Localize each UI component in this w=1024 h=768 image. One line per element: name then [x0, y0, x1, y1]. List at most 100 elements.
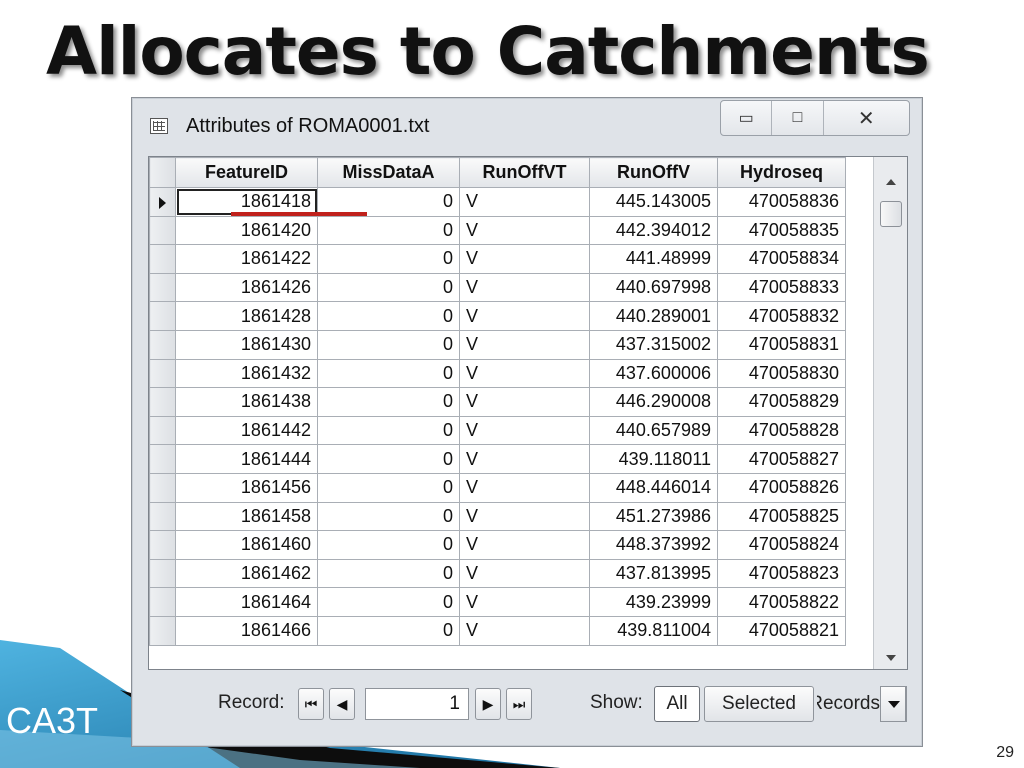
cell-missdataa[interactable]: 0 — [317, 358, 460, 389]
row-selector[interactable] — [149, 558, 176, 589]
cell-runoffv[interactable]: 440.657989 — [589, 415, 718, 446]
row-selector[interactable] — [149, 301, 176, 331]
cell-runoffvt[interactable]: V — [459, 215, 590, 246]
table-row[interactable]: 1861456 0 V 448.446014 470058826 — [149, 472, 846, 503]
row-selector[interactable] — [149, 329, 176, 360]
cell-runoffvt[interactable]: V — [459, 444, 590, 474]
cell-runoffv[interactable]: 437.813995 — [589, 558, 718, 589]
row-selector[interactable] — [149, 587, 176, 617]
maximize-button[interactable]: □ — [772, 101, 824, 135]
cell-missdataa[interactable]: 0 — [317, 244, 460, 274]
row-selector[interactable] — [149, 187, 176, 217]
cell-runoffv[interactable]: 446.290008 — [589, 387, 718, 417]
cell-hydroseq[interactable]: 470058825 — [717, 501, 846, 532]
cell-missdataa[interactable]: 0 — [317, 444, 460, 474]
cell-runoffvt[interactable]: V — [459, 329, 590, 360]
cell-featureid[interactable]: 1861466 — [175, 615, 318, 646]
row-selector[interactable] — [149, 215, 176, 246]
cell-runoffv[interactable]: 441.48999 — [589, 244, 718, 274]
cell-runoffv[interactable]: 437.600006 — [589, 358, 718, 389]
cell-featureid[interactable]: 1861422 — [175, 244, 318, 274]
cell-runoffv[interactable]: 440.289001 — [589, 301, 718, 331]
row-selector-header[interactable] — [149, 157, 176, 188]
cell-featureid[interactable]: 1861442 — [175, 415, 318, 446]
minimize-button[interactable]: ▭ — [721, 101, 773, 135]
cell-hydroseq[interactable]: 470058823 — [717, 558, 846, 589]
cell-missdataa[interactable]: 0 — [317, 615, 460, 646]
row-selector[interactable] — [149, 244, 176, 274]
cell-hydroseq[interactable]: 470058828 — [717, 415, 846, 446]
show-selected-button[interactable]: Selected — [704, 686, 814, 722]
cell-missdataa[interactable]: 0 — [317, 272, 460, 303]
cell-hydroseq[interactable]: 470058821 — [717, 615, 846, 646]
table-row[interactable]: 1861466 0 V 439.811004 470058821 — [149, 615, 846, 646]
cell-featureid[interactable]: 1861432 — [175, 358, 318, 389]
cell-runoffv[interactable]: 448.446014 — [589, 472, 718, 503]
cell-missdataa[interactable]: 0 — [317, 301, 460, 331]
cell-missdataa[interactable]: 0 — [317, 415, 460, 446]
cell-runoffvt[interactable]: V — [459, 272, 590, 303]
cell-featureid[interactable]: 1861462 — [175, 558, 318, 589]
cell-runoffvt[interactable]: V — [459, 558, 590, 589]
cell-featureid[interactable]: 1861430 — [175, 329, 318, 360]
row-selector[interactable] — [149, 472, 176, 503]
cell-runoffvt[interactable]: V — [459, 301, 590, 331]
table-row[interactable]: 1861420 0 V 442.394012 470058835 — [149, 215, 846, 246]
cell-runoffvt[interactable]: V — [459, 415, 590, 446]
cell-hydroseq[interactable]: 470058834 — [717, 244, 846, 274]
cell-featureid[interactable]: 1861428 — [175, 301, 318, 331]
row-selector[interactable] — [149, 444, 176, 474]
cell-missdataa[interactable]: 0 — [317, 472, 460, 503]
previous-record-button[interactable]: ◀ — [329, 688, 355, 720]
cell-featureid[interactable]: 1861420 — [175, 215, 318, 246]
next-record-button[interactable]: ▶ — [475, 688, 501, 720]
cell-hydroseq[interactable]: 470058835 — [717, 215, 846, 246]
row-selector[interactable] — [149, 272, 176, 303]
cell-runoffv[interactable]: 439.118011 — [589, 444, 718, 474]
table-row[interactable]: 1861430 0 V 437.315002 470058831 — [149, 329, 846, 360]
cell-featureid[interactable]: 1861444 — [175, 444, 318, 474]
cell-hydroseq[interactable]: 470058826 — [717, 472, 846, 503]
cell-featureid[interactable]: 1861456 — [175, 472, 318, 503]
table-row[interactable]: 1861426 0 V 440.697998 470058833 — [149, 272, 846, 303]
cell-runoffv[interactable]: 445.143005 — [589, 187, 718, 217]
cell-runoffvt[interactable]: V — [459, 615, 590, 646]
cell-featureid[interactable]: 1861460 — [175, 530, 318, 560]
record-number-input[interactable]: 1 — [365, 688, 469, 720]
column-header-runoffvt[interactable]: RunOffVT — [459, 157, 590, 188]
cell-missdataa[interactable]: 0 — [317, 215, 460, 246]
cell-runoffv[interactable]: 439.23999 — [589, 587, 718, 617]
cell-hydroseq[interactable]: 470058833 — [717, 272, 846, 303]
first-record-button[interactable]: ⏮ — [298, 688, 324, 720]
scroll-thumb[interactable] — [880, 201, 902, 227]
row-selector[interactable] — [149, 530, 176, 560]
records-dropdown[interactable]: Records — [817, 686, 907, 722]
cell-hydroseq[interactable]: 470058829 — [717, 387, 846, 417]
table-row[interactable]: 1861422 0 V 441.48999 470058834 — [149, 244, 846, 274]
column-header-featureid[interactable]: FeatureID — [175, 157, 318, 188]
table-row[interactable]: 1861428 0 V 440.289001 470058832 — [149, 301, 846, 331]
last-record-button[interactable]: ⏭ — [506, 688, 532, 720]
table-row[interactable]: 1861460 0 V 448.373992 470058824 — [149, 530, 846, 560]
cell-hydroseq[interactable]: 470058832 — [717, 301, 846, 331]
table-row[interactable]: 1861442 0 V 440.657989 470058828 — [149, 415, 846, 446]
column-header-runoffv[interactable]: RunOffV — [589, 157, 718, 188]
close-button[interactable]: ✕ — [824, 101, 909, 135]
row-selector[interactable] — [149, 387, 176, 417]
chevron-down-icon[interactable] — [880, 686, 906, 722]
row-selector[interactable] — [149, 501, 176, 532]
cell-runoffvt[interactable]: V — [459, 187, 590, 217]
cell-hydroseq[interactable]: 470058831 — [717, 329, 846, 360]
cell-runoffv[interactable]: 439.811004 — [589, 615, 718, 646]
row-selector[interactable] — [149, 415, 176, 446]
cell-missdataa[interactable]: 0 — [317, 501, 460, 532]
cell-runoffv[interactable]: 451.273986 — [589, 501, 718, 532]
cell-runoffvt[interactable]: V — [459, 530, 590, 560]
cell-featureid[interactable]: 1861464 — [175, 587, 318, 617]
table-row[interactable]: 1861438 0 V 446.290008 470058829 — [149, 387, 846, 417]
row-selector[interactable] — [149, 615, 176, 646]
table-row[interactable]: 1861464 0 V 439.23999 470058822 — [149, 587, 846, 617]
cell-missdataa[interactable]: 0 — [317, 558, 460, 589]
cell-hydroseq[interactable]: 470058824 — [717, 530, 846, 560]
cell-runoffv[interactable]: 442.394012 — [589, 215, 718, 246]
